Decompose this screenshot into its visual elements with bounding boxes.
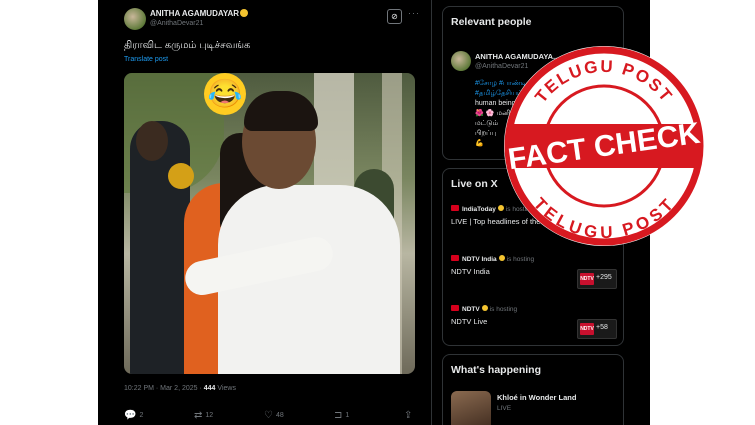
- bookmark-count: 1: [345, 412, 350, 419]
- host-logo-icon: [451, 255, 459, 261]
- repost-count: 12: [205, 412, 214, 419]
- author-name-text: ANITHA AGAMUDAYAR: [150, 9, 240, 18]
- share-button[interactable]: ⇪: [404, 410, 415, 421]
- live-viewers-count: +58: [596, 324, 608, 331]
- live-status: is hosting: [489, 306, 518, 313]
- author-handle[interactable]: @AnithaDevar21: [150, 20, 203, 27]
- ndtv-logo-icon: NDTV: [580, 323, 594, 335]
- host-logo-icon: [451, 205, 459, 211]
- live-viewers-badge: NDTV +58: [577, 319, 617, 339]
- bookmark-button[interactable]: ⊐ 1: [334, 410, 349, 421]
- reply-icon: 💬: [124, 410, 137, 421]
- views-count: 444: [203, 385, 216, 392]
- post-text: திராவிட கருமம் புடிச்சவங்க: [124, 40, 251, 51]
- live-viewers-count: +295: [596, 274, 612, 281]
- trend-thumbnail[interactable]: [451, 391, 491, 425]
- post-photo[interactable]: 😂: [124, 73, 415, 374]
- like-count: 48: [275, 412, 284, 419]
- translate-post-link[interactable]: Translate post: [124, 56, 168, 63]
- grok-icon[interactable]: ⊘: [387, 9, 402, 24]
- live-viewers-badge: NDTV +295: [577, 269, 617, 289]
- share-icon: ⇪: [404, 410, 413, 421]
- photo-man-hair: [244, 91, 318, 131]
- verified-icon: [498, 255, 505, 261]
- author-name[interactable]: ANITHA AGAMUDAYAR: [150, 9, 249, 18]
- post-timestamp[interactable]: 10:22 PM · Mar 2, 2025 ·: [124, 385, 204, 392]
- views-label: Views: [215, 385, 236, 392]
- verified-icon: [240, 9, 249, 17]
- trend-title[interactable]: Khloé in Wonder Land: [497, 393, 576, 402]
- verified-icon: [481, 305, 488, 311]
- repost-icon: ⇄: [194, 410, 203, 421]
- live-status: is hosting: [506, 256, 535, 263]
- fact-check-stamp: TELUGU POST TELUGU POST FACT CHECK: [504, 46, 704, 246]
- more-options-icon[interactable]: ···: [408, 8, 420, 18]
- like-button[interactable]: ♡ 48: [264, 410, 284, 421]
- post-meta: 10:22 PM · Mar 2, 2025 · 444 Views: [124, 385, 236, 392]
- post-actions: 💬 2 ⇄ 12 ♡ 48 ⊐ 1 ⇪: [124, 410, 418, 424]
- photo-guard-head: [136, 121, 168, 161]
- trend-subtitle: LIVE: [497, 405, 512, 412]
- column-divider: [431, 0, 432, 425]
- photo-microphone: [168, 163, 194, 189]
- laughing-emoji-icon: 😂: [204, 73, 246, 115]
- bookmark-icon: ⊐: [334, 410, 343, 421]
- live-host-line: NDTV is hosting: [451, 305, 616, 313]
- live-host-line: NDTV India is hosting: [451, 255, 616, 263]
- live-host-name: IndiaToday: [462, 206, 496, 213]
- photo-guard: [130, 121, 190, 374]
- live-host-name: NDTV India: [462, 256, 497, 263]
- relevant-people-heading: Relevant people: [451, 16, 532, 28]
- like-icon: ♡: [264, 410, 273, 421]
- whats-happening-heading: What's happening: [451, 364, 541, 376]
- repost-button[interactable]: ⇄ 12: [194, 410, 213, 421]
- whats-happening-card: What's happening Khloé in Wonder Land LI…: [442, 354, 624, 425]
- relevant-person-avatar[interactable]: [451, 51, 471, 71]
- host-logo-icon: [451, 305, 459, 311]
- reply-button[interactable]: 💬 2: [124, 410, 143, 421]
- author-avatar[interactable]: [124, 8, 146, 30]
- live-on-x-heading: Live on X: [451, 178, 498, 190]
- live-host-name: NDTV: [462, 306, 480, 313]
- post-column: ANITHA AGAMUDAYAR @AnithaDevar21 ⊘ ··· த…: [98, 0, 431, 425]
- ndtv-logo-icon: NDTV: [580, 273, 594, 285]
- reply-count: 2: [139, 412, 144, 419]
